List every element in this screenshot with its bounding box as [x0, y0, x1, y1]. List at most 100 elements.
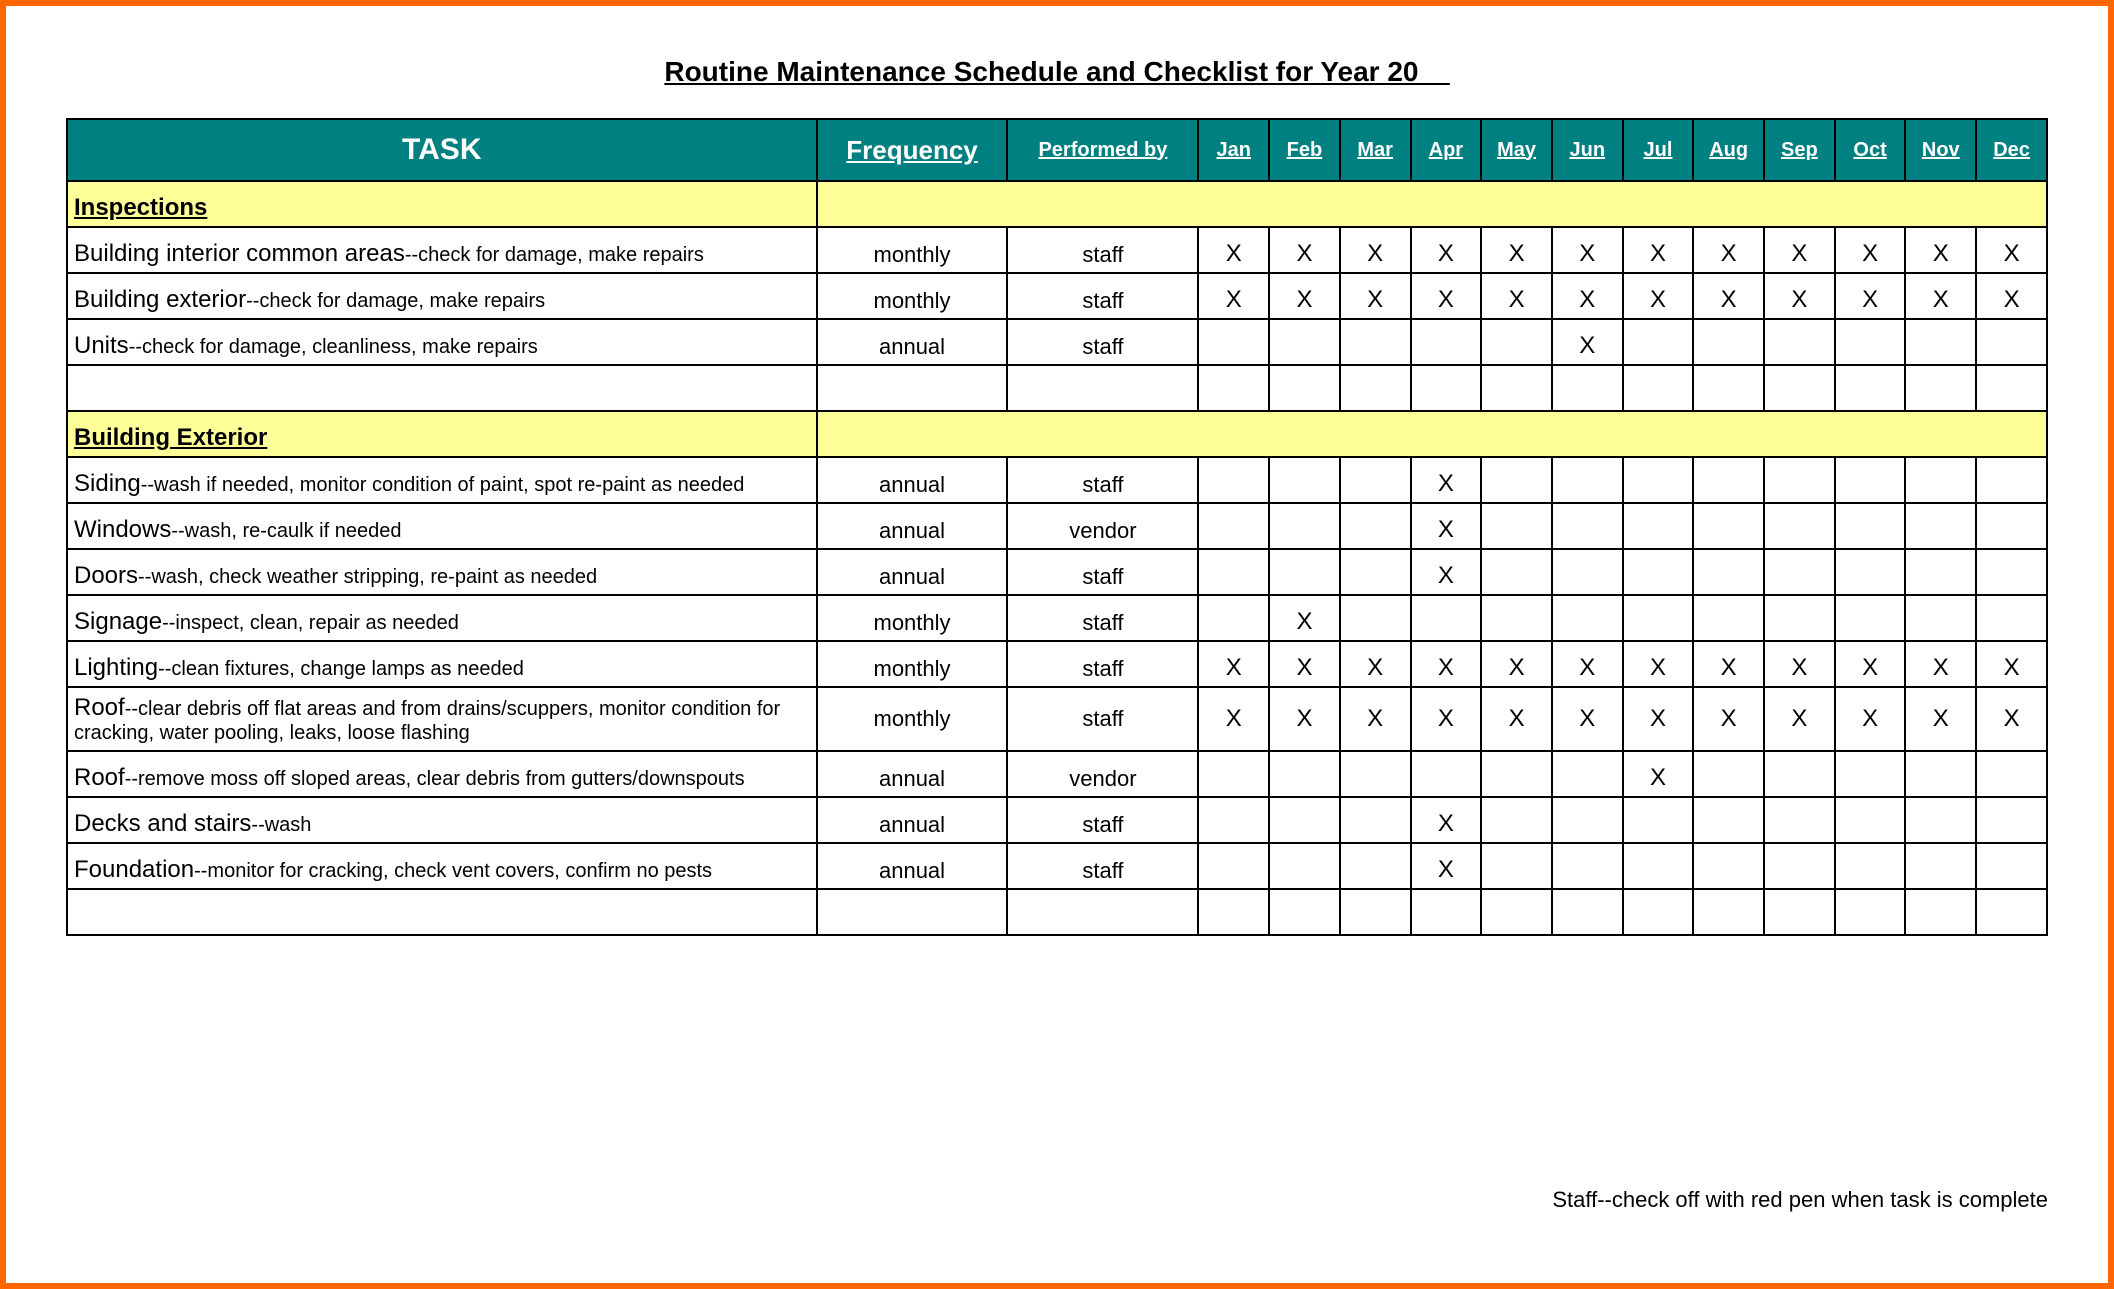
table-row: Decks and stairs--washannualstaffX [67, 797, 2047, 843]
month-cell [1693, 365, 1764, 411]
month-cell [1693, 843, 1764, 889]
month-cell: X [1905, 641, 1976, 687]
month-cell: X [1411, 843, 1482, 889]
task-main: Roof [74, 694, 125, 721]
month-cell [1481, 365, 1552, 411]
month-cell [1340, 457, 1411, 503]
performed-by-cell: staff [1007, 595, 1198, 641]
table-row: Signage--inspect, clean, repair as neede… [67, 595, 2047, 641]
section-filler-cell [1976, 411, 2047, 457]
section-filler-cell [1411, 181, 1482, 227]
month-cell [1269, 503, 1340, 549]
month-cell: X [1481, 687, 1552, 751]
month-cell [1835, 889, 1906, 935]
month-cell [1269, 549, 1340, 595]
document-frame: Routine Maintenance Schedule and Checkli… [0, 0, 2114, 1289]
month-cell: X [1552, 687, 1623, 751]
month-cell [1976, 365, 2047, 411]
performed-by-cell: staff [1007, 687, 1198, 751]
month-cell: X [1835, 687, 1906, 751]
month-cell [1764, 457, 1835, 503]
task-cell: Units--check for damage, cleanliness, ma… [67, 319, 817, 365]
task-cell: Building interior common areas--check fo… [67, 227, 817, 273]
task-detail: --monitor for cracking, check vent cover… [194, 860, 712, 882]
month-cell [1764, 843, 1835, 889]
month-cell [1835, 457, 1906, 503]
month-cell [1411, 751, 1482, 797]
month-cell [1623, 549, 1694, 595]
month-cell [1481, 549, 1552, 595]
section-filler-cell [1693, 181, 1764, 227]
task-detail: --check for damage, cleanliness, make re… [129, 336, 538, 358]
month-cell [1693, 503, 1764, 549]
table-row: Lighting--clean fixtures, change lamps a… [67, 641, 2047, 687]
month-cell [1623, 365, 1694, 411]
task-main: Lighting [74, 654, 158, 681]
month-cell [1552, 843, 1623, 889]
month-cell [1835, 843, 1906, 889]
month-cell [1481, 889, 1552, 935]
month-cell [1552, 503, 1623, 549]
month-cell [1552, 549, 1623, 595]
month-cell [1552, 889, 1623, 935]
section-filler-cell [1198, 411, 1269, 457]
section-name: Inspections [67, 181, 817, 227]
task-detail: --wash [251, 814, 311, 836]
month-cell [1198, 751, 1269, 797]
task-detail: --wash if needed, monitor condition of p… [141, 474, 745, 496]
frequency-cell: monthly [817, 273, 1008, 319]
month-cell [1198, 319, 1269, 365]
header-month: Feb [1269, 119, 1340, 181]
performed-by-cell: vendor [1007, 751, 1198, 797]
footer-note: Staff--check off with red pen when task … [1552, 1187, 2048, 1213]
month-cell [1198, 843, 1269, 889]
month-cell [1976, 457, 2047, 503]
task-main: Doors [74, 562, 138, 589]
month-cell: X [1198, 641, 1269, 687]
month-cell [1764, 319, 1835, 365]
month-cell: X [1693, 227, 1764, 273]
month-cell: X [1552, 273, 1623, 319]
section-filler-cell [1340, 411, 1411, 457]
task-detail: --clear debris off flat areas and from d… [74, 698, 780, 744]
month-cell: X [1269, 687, 1340, 751]
month-cell [1835, 503, 1906, 549]
document-title: Routine Maintenance Schedule and Checkli… [66, 56, 2048, 88]
task-detail: --inspect, clean, repair as needed [162, 612, 459, 634]
month-cell [1693, 319, 1764, 365]
performed-by-cell [1007, 889, 1198, 935]
task-cell: Siding--wash if needed, monitor conditio… [67, 457, 817, 503]
month-cell [1552, 595, 1623, 641]
table-header: TASK Frequency Performed by Jan Feb Mar … [67, 119, 2047, 181]
month-cell [1411, 595, 1482, 641]
month-cell [1976, 319, 2047, 365]
month-cell [1198, 797, 1269, 843]
month-cell [1481, 595, 1552, 641]
header-month: Jun [1552, 119, 1623, 181]
month-cell: X [1269, 641, 1340, 687]
month-cell [1623, 843, 1694, 889]
month-cell: X [1552, 227, 1623, 273]
section-filler-cell [1623, 181, 1694, 227]
task-cell: Building exterior--check for damage, mak… [67, 273, 817, 319]
table-row: Doors--wash, check weather stripping, re… [67, 549, 2047, 595]
section-filler-cell [1481, 181, 1552, 227]
performed-by-cell: staff [1007, 641, 1198, 687]
header-performed-by: Performed by [1007, 119, 1198, 181]
month-cell [1481, 797, 1552, 843]
month-cell [1340, 319, 1411, 365]
month-cell [1764, 503, 1835, 549]
frequency-cell: annual [817, 319, 1008, 365]
month-cell [1198, 457, 1269, 503]
performed-by-cell: staff [1007, 843, 1198, 889]
month-cell [1411, 365, 1482, 411]
section-filler-cell [817, 411, 1008, 457]
header-month: Sep [1764, 119, 1835, 181]
month-cell: X [1198, 687, 1269, 751]
month-cell [1693, 595, 1764, 641]
month-cell [1340, 365, 1411, 411]
month-cell [1835, 797, 1906, 843]
month-cell [1693, 797, 1764, 843]
month-cell: X [1623, 641, 1694, 687]
month-cell [1905, 503, 1976, 549]
